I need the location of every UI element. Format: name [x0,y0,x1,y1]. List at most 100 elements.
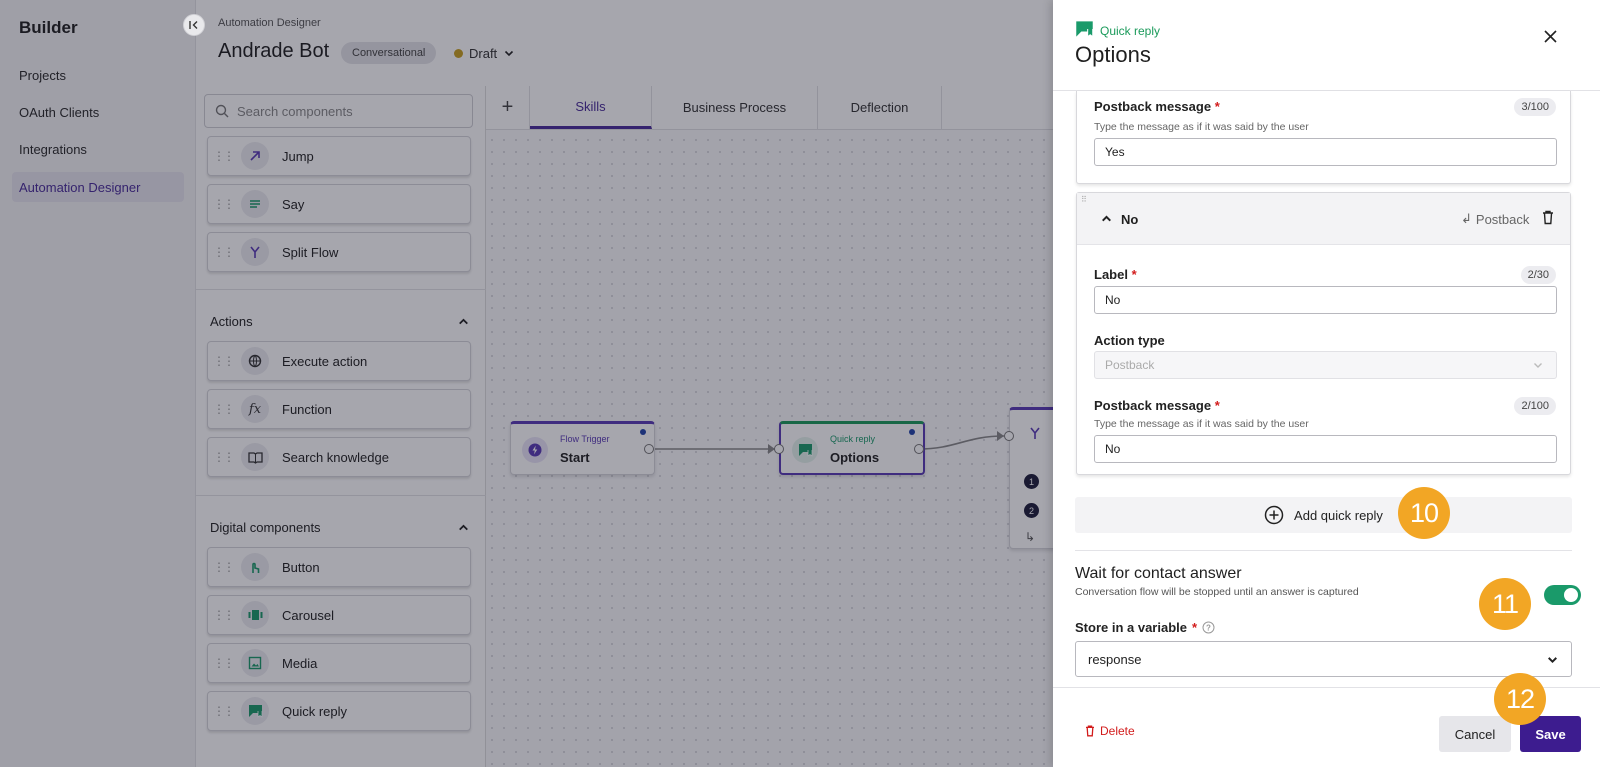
component-jump[interactable]: ⋮⋮ Jump [207,136,471,176]
drag-handle-icon[interactable]: ⋮⋮ [208,704,238,718]
nav-item-projects[interactable]: Projects [12,60,184,90]
divider [1075,550,1572,551]
side-nav: Builder Projects OAuth Clients Integrati… [0,0,196,767]
status-dot [454,48,463,58]
wait-for-answer-title: Wait for contact answer [1075,565,1242,582]
node-title: Options [830,450,880,465]
help-icon[interactable]: ? [1202,621,1215,634]
section-actions-header[interactable]: Actions [210,314,470,329]
nav-item-automation-designer[interactable]: Automation Designer [12,172,184,202]
postback-label: Postback message * [1094,99,1220,114]
close-icon [1543,29,1557,43]
component-split-flow[interactable]: ⋮⋮ Split Flow [207,232,471,272]
component-label: Media [282,655,318,671]
component-search-knowledge[interactable]: ⋮⋮ Search knowledge [207,437,471,477]
drag-handle-icon[interactable]: ⋮⋮ [208,608,238,622]
component-quick-reply[interactable]: ⋮⋮ Quick reply [207,691,471,731]
section-title: Actions [210,314,253,329]
store-variable-select[interactable]: response [1075,641,1572,677]
chevron-down-icon [505,50,514,57]
quick-reply-header[interactable]: ⠿ No ↲ Postback [1077,193,1570,245]
drag-handle-icon[interactable]: ⋮⋮ [208,245,238,259]
wait-for-answer-toggle[interactable] [1544,585,1581,605]
drag-handle-icon[interactable]: ⋮⋮ [208,354,238,368]
store-variable-label-text: Store in a variable [1075,620,1187,635]
output-port[interactable] [914,444,924,454]
nav-item-integrations[interactable]: Integrations [12,134,184,164]
quick-reply-icon [241,697,269,725]
return-arrow-icon: ↳ [1025,530,1036,544]
step-marker-12: 12 [1494,673,1546,725]
component-execute-action[interactable]: ⋮⋮ Execute action [207,341,471,381]
status-dropdown[interactable]: Draft [454,42,515,64]
cancel-button[interactable]: Cancel [1439,716,1511,752]
label-field-text: Label [1094,267,1128,282]
drag-handle-icon[interactable]: ⋮⋮ [208,402,238,416]
component-say[interactable]: ⋮⋮ Say [207,184,471,224]
quick-reply-card-yes: Postback message * 3/100 Type the messag… [1076,91,1571,184]
component-label: Jump [282,148,314,164]
label-input[interactable]: No [1094,286,1557,314]
store-variable-value: response [1088,651,1142,667]
action-type-label: Action type [1094,333,1165,348]
quick-reply-name: No [1121,212,1139,227]
split-icon [1028,426,1042,445]
component-label: Quick reply [282,703,348,719]
drag-handle-icon[interactable]: ⋮⋮ [208,197,238,211]
collapse-sidebar-button[interactable] [183,14,205,36]
label-field-label: Label * [1094,267,1137,282]
flow-node-start[interactable]: Flow Trigger Start [510,421,655,475]
chevron-down-icon [1534,363,1542,368]
drag-handle-icon[interactable]: ⋮⋮ [208,560,238,574]
postback-label-text: Postback message [1094,398,1212,413]
char-counter: 2/30 [1520,266,1556,284]
breadcrumb[interactable]: Automation Designer [218,17,321,29]
postback-label: Postback message * [1094,398,1220,413]
component-function[interactable]: ⋮⋮ fx Function [207,389,471,429]
delete-label: Delete [1100,724,1135,738]
output-port[interactable] [644,444,654,454]
drag-handle-icon[interactable]: ⋮⋮ [208,149,238,163]
flow-canvas[interactable]: + Skills Business Process Deflection Flo… [486,86,1069,767]
app-title: Builder [19,18,78,37]
drag-handle-icon[interactable]: ⋮⋮ [208,450,238,464]
close-button[interactable] [1540,26,1560,46]
step-marker-10: 10 [1398,487,1450,539]
drawer-subtitle-text: Quick reply [1100,23,1161,38]
flow-node-options[interactable]: Quick reply Options [779,421,925,475]
trash-icon[interactable] [1542,210,1554,230]
section-digital-header[interactable]: Digital components [210,520,470,535]
chevron-up-icon[interactable] [1100,212,1113,230]
book-icon [241,443,269,471]
search-input[interactable]: Search components [204,94,473,128]
component-label: Button [282,559,320,575]
component-button[interactable]: ⋮⋮ Button [207,547,471,587]
nav-item-oauth-clients[interactable]: OAuth Clients [12,97,184,127]
delete-button[interactable]: Delete [1085,724,1135,738]
component-media[interactable]: ⋮⋮ Media [207,643,471,683]
drag-handle-icon[interactable]: ⠿ [1081,195,1087,204]
trash-icon [1086,725,1094,737]
action-type-select: Postback [1094,351,1557,379]
component-label: Say [282,196,305,212]
component-label: Carousel [282,607,335,623]
section-title: Digital components [210,520,321,535]
node-status-dot [909,429,915,435]
drawer-subtitle: Quick reply [1075,20,1160,41]
input-port[interactable] [1004,431,1014,441]
collapse-icon [189,21,198,29]
drag-handle-icon[interactable]: ⋮⋮ [208,656,238,670]
tap-icon [241,553,269,581]
add-quick-reply-button[interactable]: Add quick reply [1075,497,1572,533]
char-counter: 3/100 [1514,98,1556,116]
action-type-value: Postback [1105,358,1155,372]
search-placeholder: Search components [237,103,353,119]
toggle-knob [1564,588,1578,602]
chevron-down-icon [1548,656,1557,663]
input-port[interactable] [774,444,784,454]
component-carousel[interactable]: ⋮⋮ Carousel [207,595,471,635]
postback-input[interactable]: No [1094,435,1557,463]
postback-input[interactable]: Yes [1094,138,1557,166]
node-type: Quick reply [830,434,876,444]
postback-help: Type the message as if it was said by th… [1094,418,1309,430]
